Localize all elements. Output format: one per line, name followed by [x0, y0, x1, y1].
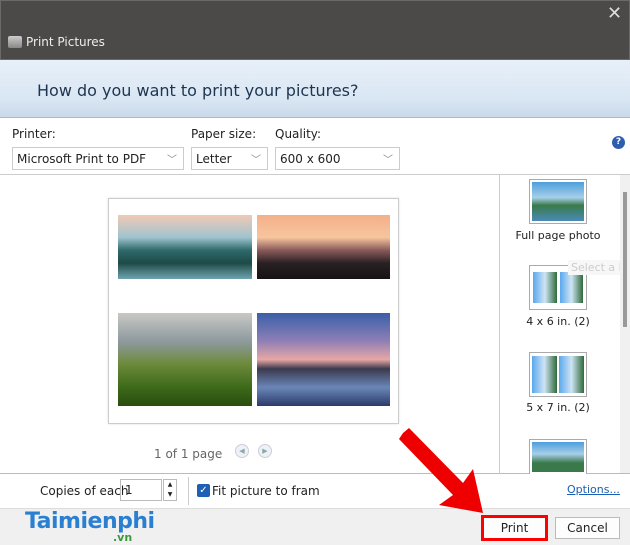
- paper-size-value: Letter: [196, 152, 232, 166]
- down-arrow-icon[interactable]: ▼: [164, 490, 176, 500]
- logo: Taimienphi: [25, 509, 155, 534]
- fit-checkbox[interactable]: ✓: [197, 484, 210, 497]
- arrow-shape: [399, 428, 483, 513]
- layout-label: 4 x 6 in. (2): [526, 315, 590, 328]
- prev-page-button[interactable]: ◀: [235, 444, 249, 458]
- page-status: 1 of 1 page: [154, 447, 223, 461]
- page-title: How do you want to print your pictures?: [37, 81, 359, 100]
- window-title: Print Pictures: [26, 35, 105, 49]
- next-page-button[interactable]: ▶: [258, 444, 272, 458]
- divider: [499, 174, 500, 474]
- cancel-button[interactable]: Cancel: [555, 517, 620, 539]
- copies-input[interactable]: 1: [120, 479, 162, 501]
- printer-label: Printer:: [12, 127, 56, 141]
- copies-label: Copies of each: [40, 484, 129, 498]
- photo-sunset-mountains: [257, 215, 390, 279]
- layout-thumb-partial[interactable]: [529, 439, 587, 474]
- paper-size-select[interactable]: Letter ﹀: [191, 147, 268, 170]
- quality-value: 600 x 600: [280, 152, 341, 166]
- scrollbar-thumb[interactable]: [623, 192, 627, 327]
- photo-green-hills: [118, 313, 252, 406]
- options-bar: Copies of each 1 ▲ ▼ ✓ Fit picture to fra…: [0, 474, 630, 508]
- layout-5x7-thumb[interactable]: [529, 352, 587, 397]
- thumb-image: [532, 356, 557, 393]
- divider: [188, 477, 189, 505]
- photo-volcano-lake: [257, 313, 390, 406]
- chevron-down-icon: ﹀: [167, 155, 177, 166]
- footer: Taimienphi .vn Print Cancel: [0, 508, 630, 545]
- photo-valley: [118, 215, 252, 279]
- logo-sub: .vn: [113, 531, 133, 544]
- layout-full-page-thumb[interactable]: [529, 179, 587, 224]
- thumb-image: [533, 272, 557, 303]
- close-icon[interactable]: ✕: [607, 3, 622, 24]
- layout-label: 5 x 7 in. (2): [526, 401, 590, 414]
- red-arrow-annotation: [399, 428, 483, 513]
- thumb-image: [559, 272, 583, 303]
- chevron-down-icon: ﹀: [251, 155, 261, 166]
- thumb-image: [559, 356, 584, 393]
- layout-label: Full page photo: [515, 229, 601, 242]
- thumb-image: [532, 442, 584, 472]
- help-icon[interactable]: ?: [612, 136, 625, 149]
- paper-size-label: Paper size:: [191, 127, 257, 141]
- chevron-down-icon: ﹀: [383, 155, 393, 166]
- copies-stepper[interactable]: ▲ ▼: [163, 479, 177, 501]
- copies-value: 1: [125, 483, 133, 497]
- page-preview: [108, 198, 399, 424]
- options-link[interactable]: Options...: [567, 483, 620, 496]
- header-band: How do you want to print your pictures?: [0, 60, 630, 118]
- tooltip: Select a lay: [568, 260, 620, 275]
- up-arrow-icon[interactable]: ▲: [164, 480, 176, 490]
- thumb-image: [532, 182, 584, 221]
- printer-value: Microsoft Print to PDF: [17, 152, 147, 166]
- title-bar: Print Pictures ✕: [0, 0, 630, 60]
- fit-label: Fit picture to fram: [212, 484, 320, 498]
- quality-label: Quality:: [275, 127, 322, 141]
- printer-icon: [8, 36, 22, 48]
- quality-select[interactable]: 600 x 600 ﹀: [275, 147, 400, 170]
- printer-select[interactable]: Microsoft Print to PDF ﹀: [12, 147, 184, 170]
